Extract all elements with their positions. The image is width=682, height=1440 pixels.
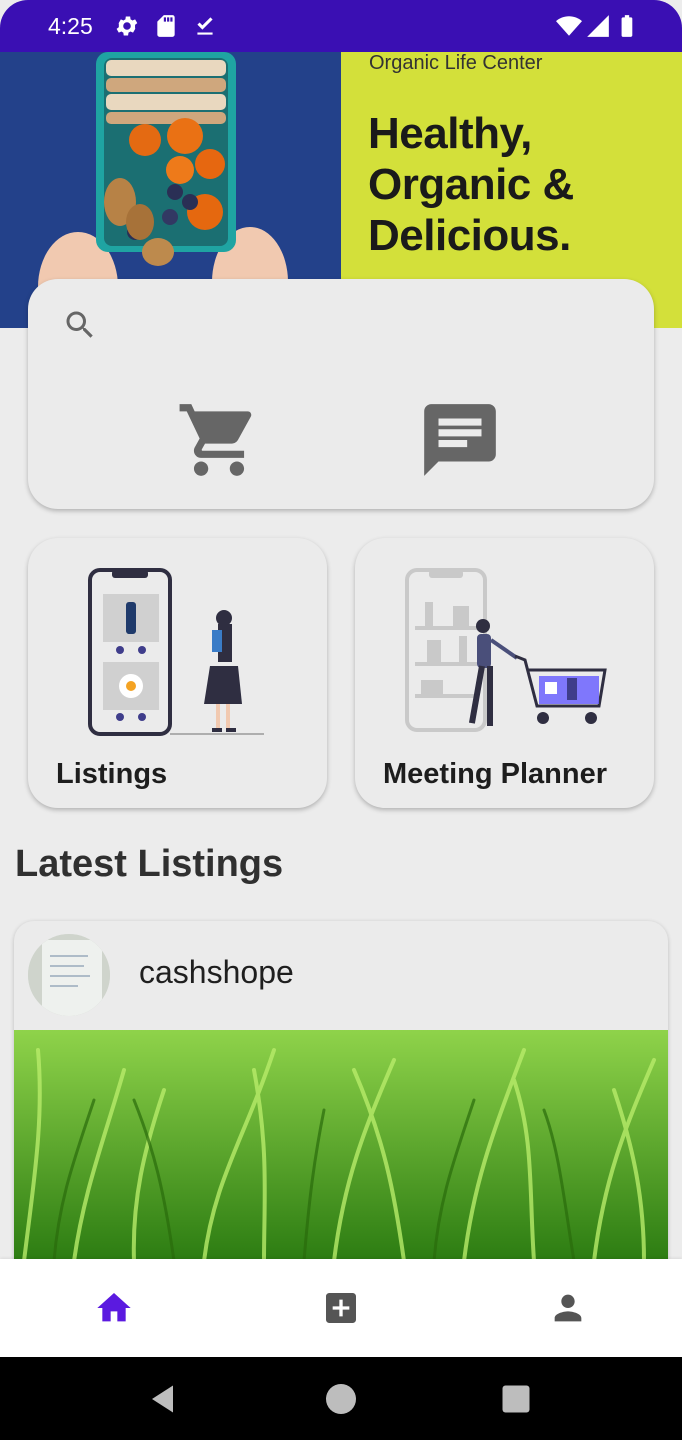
- latest-listings-title: Latest Listings: [15, 843, 284, 885]
- shopping-cart-illustration: [405, 568, 607, 732]
- add-box-icon[interactable]: [321, 1288, 361, 1328]
- gear-icon: [116, 16, 138, 36]
- headline-line-1: Healthy,: [368, 109, 532, 158]
- signal-icon: [587, 15, 609, 37]
- download-done-icon: [197, 17, 213, 35]
- chat-icon[interactable]: [417, 397, 503, 483]
- listing-photo[interactable]: [14, 1030, 668, 1261]
- meeting-planner-tile-label: Meeting Planner: [383, 758, 607, 790]
- quick-actions-card: [28, 279, 654, 509]
- banner-kicker: Organic Life Center: [369, 52, 543, 74]
- headline-line-3: Delicious.: [368, 211, 571, 260]
- recents-icon[interactable]: [498, 1381, 534, 1417]
- meeting-planner-tile[interactable]: Meeting Planner: [355, 538, 654, 808]
- banner-headline: Healthy, Organic & Delicious.: [368, 108, 574, 261]
- shopping-cart-icon[interactable]: [176, 397, 262, 483]
- status-time: 4:25: [48, 13, 93, 39]
- listings-tile[interactable]: Listings: [28, 538, 327, 808]
- home-circle-icon[interactable]: [323, 1381, 359, 1417]
- back-icon[interactable]: [146, 1381, 182, 1417]
- seller-avatar[interactable]: [28, 934, 110, 1016]
- bottom-navigation: [0, 1259, 682, 1357]
- battery-icon: [621, 15, 633, 37]
- system-navigation-bar: [0, 1357, 682, 1440]
- listings-tile-label: Listings: [56, 758, 168, 790]
- status-bar: 4:25: [0, 0, 682, 52]
- search-icon[interactable]: [62, 307, 98, 343]
- seller-name[interactable]: cashshope: [139, 954, 294, 991]
- phone-shopper-illustration: [88, 568, 264, 736]
- sd-card-icon: [157, 15, 175, 37]
- person-icon[interactable]: [548, 1288, 588, 1328]
- headline-line-2: Organic &: [368, 160, 574, 209]
- home-icon[interactable]: [94, 1288, 134, 1328]
- wifi-icon: [556, 16, 582, 36]
- listing-card[interactable]: cashshope: [14, 921, 668, 1261]
